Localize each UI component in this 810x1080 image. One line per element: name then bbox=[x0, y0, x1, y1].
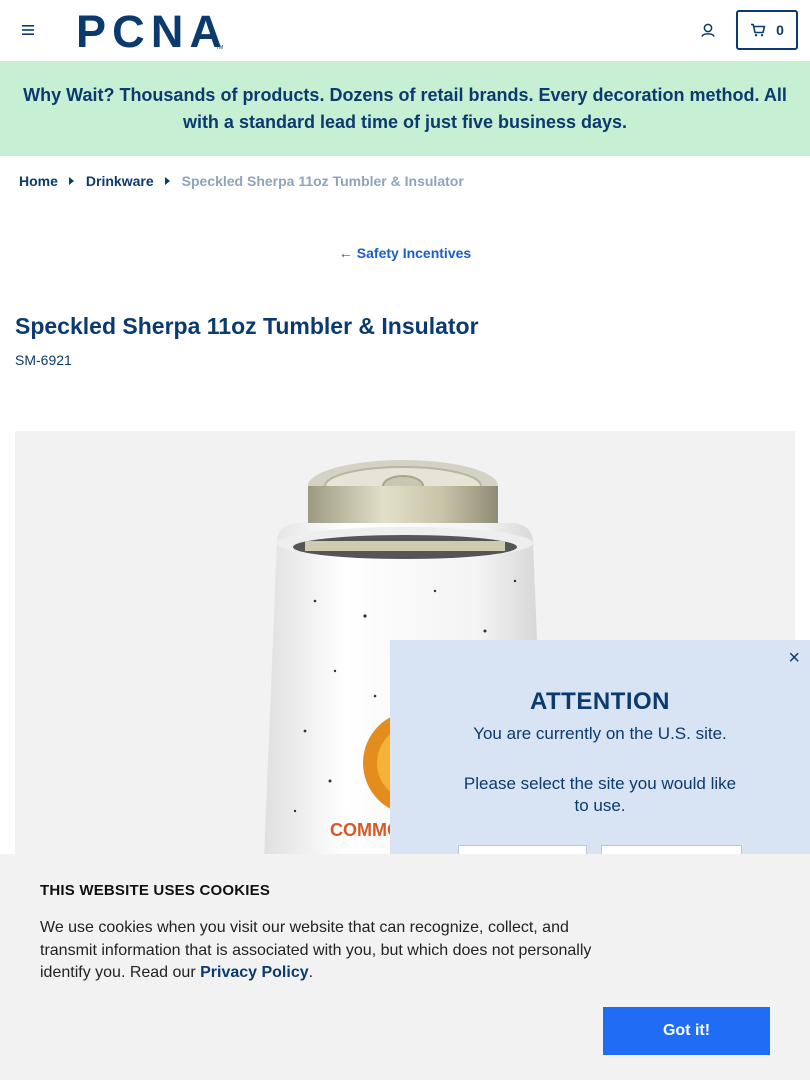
cookie-text-end: . bbox=[308, 964, 314, 981]
accept-cookies-button[interactable]: Got it! bbox=[603, 1007, 770, 1055]
cookie-body-text: We use cookies when you visit our websit… bbox=[40, 919, 592, 981]
cart-button[interactable]: 0 bbox=[736, 10, 798, 50]
breadcrumb-separator-icon bbox=[68, 177, 74, 185]
breadcrumb-drinkware[interactable]: Drinkware bbox=[86, 173, 154, 189]
svg-text:PCNA: PCNA bbox=[76, 10, 222, 50]
product-sku: SM-6921 bbox=[15, 352, 72, 368]
cart-icon bbox=[751, 23, 766, 37]
account-button[interactable] bbox=[697, 20, 719, 42]
breadcrumb-separator-icon bbox=[164, 177, 170, 185]
breadcrumb-home[interactable]: Home bbox=[19, 173, 58, 189]
hamburger-icon bbox=[22, 25, 34, 35]
promo-text: Why Wait? Thousands of products. Dozens … bbox=[23, 84, 787, 132]
privacy-policy-link[interactable]: Privacy Policy bbox=[200, 964, 309, 981]
breadcrumb: Home Drinkware Speckled Sherpa 11oz Tumb… bbox=[19, 173, 464, 189]
product-title: Speckled Sherpa 11oz Tumbler & Insulator bbox=[15, 313, 479, 339]
menu-button[interactable] bbox=[18, 20, 38, 40]
popup-current-site: You are currently on the U.S. site. bbox=[473, 724, 727, 743]
cart-count: 0 bbox=[776, 22, 784, 38]
svg-text:TM: TM bbox=[216, 45, 223, 50]
user-icon bbox=[701, 23, 715, 37]
cookie-title: THIS WEBSITE USES COOKIES bbox=[40, 882, 271, 899]
popup-prompt: Please select the site you would like to… bbox=[463, 774, 737, 815]
pcna-logo[interactable]: PCNA TM bbox=[76, 10, 224, 50]
site-header: PCNA TM 0 bbox=[0, 0, 810, 61]
arrow-left-icon: ← bbox=[338, 245, 353, 261]
popup-heading: ATTENTION bbox=[529, 688, 671, 715]
back-link-label: Safety Incentives bbox=[356, 245, 472, 261]
promo-banner: Why Wait? Thousands of products. Dozens … bbox=[0, 61, 810, 156]
close-icon[interactable]: × bbox=[788, 648, 800, 668]
cookie-banner: THIS WEBSITE USES COOKIES We use cookies… bbox=[0, 854, 810, 1080]
site-selector-popup: × ATTENTION You are currently on the U.S… bbox=[390, 640, 810, 885]
back-link[interactable]: ← Safety Incentives bbox=[0, 245, 810, 261]
breadcrumb-current: Speckled Sherpa 11oz Tumbler & Insulator bbox=[181, 173, 464, 189]
cookie-text: We use cookies when you visit our websit… bbox=[40, 917, 610, 985]
